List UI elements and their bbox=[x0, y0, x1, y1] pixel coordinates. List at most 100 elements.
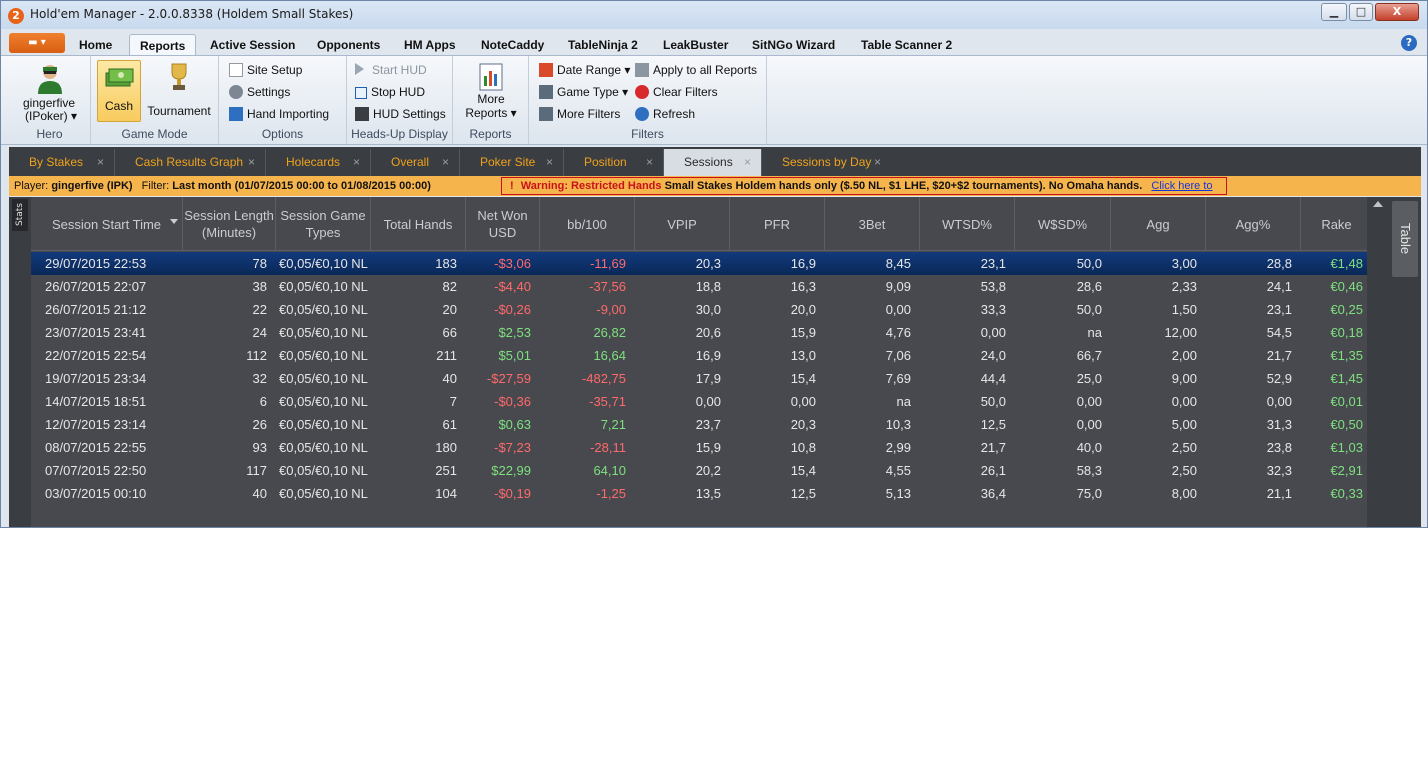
tab-active-session[interactable]: Active Session bbox=[200, 34, 305, 56]
close-tab-icon[interactable]: × bbox=[442, 149, 449, 176]
report-tab-holecards[interactable]: Holecards × bbox=[266, 149, 371, 176]
table-cell: 9,00 bbox=[1171, 371, 1197, 386]
report-tab-position[interactable]: Position × bbox=[564, 149, 664, 176]
table-row[interactable]: 08/07/2015 22:55 93 €0,05/€0,10 NL 180 -$7,2… bbox=[31, 436, 1372, 459]
hand-importing-button[interactable]: Hand Importing bbox=[229, 107, 329, 121]
table-cell: 0,00 bbox=[1266, 394, 1292, 409]
restricted-hands-warning: ! Warning: Restricted Hands Small Stakes… bbox=[501, 177, 1227, 208]
column-header[interactable]: Session Length (Minutes) bbox=[183, 197, 276, 251]
report-tab-strip: By Stakes × Cash Results Graph × Holecards… bbox=[9, 147, 1421, 176]
close-tab-icon[interactable]: × bbox=[744, 149, 751, 176]
table-cell: €1,03 bbox=[1330, 440, 1363, 455]
column-header[interactable]: Rake bbox=[1301, 197, 1372, 251]
hud-settings-button[interactable]: HUD Settings bbox=[355, 107, 446, 121]
column-header[interactable]: 3Bet bbox=[825, 197, 920, 251]
close-button[interactable]: X bbox=[1375, 3, 1419, 21]
app-menu-button[interactable]: ▬ ▾ bbox=[9, 33, 65, 53]
table-row[interactable]: 26/07/2015 22:07 38 €0,05/€0,10 NL 82 -$4,40… bbox=[31, 275, 1372, 298]
tab-opponents[interactable]: Opponents bbox=[307, 34, 390, 56]
column-header[interactable]: Session Game Types bbox=[276, 197, 371, 251]
close-tab-icon[interactable]: × bbox=[546, 149, 553, 176]
refresh-button[interactable]: Refresh bbox=[635, 107, 695, 121]
calendar-icon bbox=[539, 63, 553, 77]
vertical-scrollbar[interactable] bbox=[1367, 197, 1389, 527]
tab-reports[interactable]: Reports bbox=[129, 34, 197, 56]
table-row[interactable]: 22/07/2015 22:54 112 €0,05/€0,10 NL 211 $5,0… bbox=[31, 344, 1372, 367]
help-icon[interactable]: ? bbox=[1401, 35, 1417, 51]
scroll-up-arrow-icon[interactable] bbox=[1373, 201, 1383, 207]
table-cell: 0,00 bbox=[790, 394, 816, 409]
table-cell: 112 bbox=[246, 348, 267, 363]
more-filters-button[interactable]: More Filters bbox=[539, 107, 620, 121]
close-tab-icon[interactable]: × bbox=[248, 149, 255, 176]
trophy-icon bbox=[167, 62, 191, 92]
table-cell: 38 bbox=[252, 279, 267, 294]
tab-home[interactable]: Home bbox=[69, 34, 122, 56]
hero-avatar-icon[interactable] bbox=[35, 62, 65, 94]
play-icon bbox=[355, 63, 364, 75]
report-tab-by-stakes[interactable]: By Stakes × bbox=[9, 149, 115, 176]
table-row[interactable]: 19/07/2015 23:34 32 €0,05/€0,10 NL 40 -$27,5… bbox=[31, 367, 1372, 390]
table-cell: 12,00 bbox=[1164, 325, 1197, 340]
date-range-dropdown[interactable]: Date Range ▾ bbox=[539, 63, 630, 77]
close-tab-icon[interactable]: × bbox=[646, 149, 653, 176]
report-tab-sessions-by-day[interactable]: Sessions by Day × bbox=[762, 149, 891, 176]
report-tab-overall[interactable]: Overall × bbox=[371, 149, 460, 176]
tab-notecaddy[interactable]: NoteCaddy bbox=[471, 34, 554, 56]
column-header[interactable]: bb/100 bbox=[540, 197, 635, 251]
column-header[interactable]: Total Hands bbox=[371, 197, 466, 251]
column-header[interactable]: W$SD% bbox=[1015, 197, 1111, 251]
table-row[interactable]: 14/07/2015 18:51 6 €0,05/€0,10 NL 7 -$0,36 -3… bbox=[31, 390, 1372, 413]
column-header[interactable]: WTSD% bbox=[920, 197, 1015, 251]
tab-hm-apps[interactable]: HM Apps bbox=[394, 34, 466, 56]
minimize-button[interactable]: ▁ bbox=[1321, 3, 1347, 21]
column-header[interactable]: Agg% bbox=[1206, 197, 1301, 251]
player-value: gingerfive (IPK) bbox=[51, 180, 133, 192]
table-row[interactable]: 03/07/2015 00:10 40 €0,05/€0,10 NL 104 -$0,1… bbox=[31, 482, 1372, 505]
hero-site-dropdown[interactable]: (IPoker) ▾ bbox=[25, 109, 77, 123]
tournament-button[interactable]: Tournament bbox=[143, 60, 215, 122]
site-setup-button[interactable]: Site Setup bbox=[229, 63, 302, 77]
hero-name[interactable]: gingerfive bbox=[23, 96, 75, 110]
report-tab-poker-site[interactable]: Poker Site × bbox=[460, 149, 564, 176]
table-cell: 23,1 bbox=[980, 256, 1006, 271]
column-header[interactable]: VPIP bbox=[635, 197, 730, 251]
stop-hud-button[interactable]: Stop HUD bbox=[355, 85, 425, 99]
stats-side-tab[interactable]: Stats bbox=[12, 199, 28, 231]
close-tab-icon[interactable]: × bbox=[353, 149, 360, 176]
table-cell: 1,50 bbox=[1171, 302, 1197, 317]
maximize-button[interactable]: □ bbox=[1349, 3, 1373, 21]
close-tab-icon[interactable]: × bbox=[97, 149, 104, 176]
column-header[interactable]: Session Start Time bbox=[31, 197, 183, 251]
table-cell: 2,00 bbox=[1171, 348, 1197, 363]
settings-button[interactable]: Settings bbox=[229, 85, 290, 99]
report-tab-cash-results-graph[interactable]: Cash Results Graph × bbox=[115, 149, 266, 176]
apply-all-reports-button[interactable]: Apply to all Reports bbox=[635, 63, 757, 77]
column-header[interactable]: Agg bbox=[1111, 197, 1206, 251]
table-row[interactable]: 23/07/2015 23:41 24 €0,05/€0,10 NL 66 $2,53 2… bbox=[31, 321, 1372, 344]
start-hud-button[interactable]: Start HUD bbox=[355, 63, 427, 77]
table-cell: 251 bbox=[435, 463, 457, 478]
player-label: Player: bbox=[14, 180, 49, 192]
table-cell: 16,9 bbox=[790, 256, 816, 271]
column-header[interactable]: PFR bbox=[730, 197, 825, 251]
table-side-tab[interactable]: Table bbox=[1392, 201, 1418, 277]
table-row[interactable]: 26/07/2015 21:12 22 €0,05/€0,10 NL 20 -$0,26… bbox=[31, 298, 1372, 321]
table-cell: 20,2 bbox=[695, 463, 721, 478]
tab-leakbuster[interactable]: LeakBuster bbox=[653, 34, 738, 56]
report-tab-sessions[interactable]: Sessions × bbox=[664, 149, 762, 176]
window-title: Hold'em Manager - 2.0.0.8338 (Holdem Sma… bbox=[30, 7, 354, 21]
tab-sitngo-wizard[interactable]: SitNGo Wizard bbox=[742, 34, 845, 56]
table-row[interactable]: 12/07/2015 23:14 26 €0,05/€0,10 NL 61 $0,63 7… bbox=[31, 413, 1372, 436]
report-chart-icon bbox=[478, 62, 504, 92]
cash-button[interactable]: Cash bbox=[97, 60, 141, 122]
more-reports-button[interactable]: More Reports ▾ bbox=[459, 60, 523, 124]
table-row[interactable]: 07/07/2015 22:50 117 €0,05/€0,10 NL 251 $22,… bbox=[31, 459, 1372, 482]
column-header[interactable]: Net Won USD bbox=[466, 197, 540, 251]
clear-filters-button[interactable]: Clear Filters bbox=[635, 85, 718, 99]
tab-tableninja[interactable]: TableNinja 2 bbox=[558, 34, 648, 56]
tab-table-scanner[interactable]: Table Scanner 2 bbox=[851, 34, 962, 56]
table-row[interactable]: 29/07/2015 22:53 78 €0,05/€0,10 NL 183 -$3,0… bbox=[31, 252, 1372, 275]
close-tab-icon[interactable]: × bbox=[874, 149, 881, 176]
game-type-dropdown[interactable]: Game Type ▾ bbox=[539, 85, 628, 99]
